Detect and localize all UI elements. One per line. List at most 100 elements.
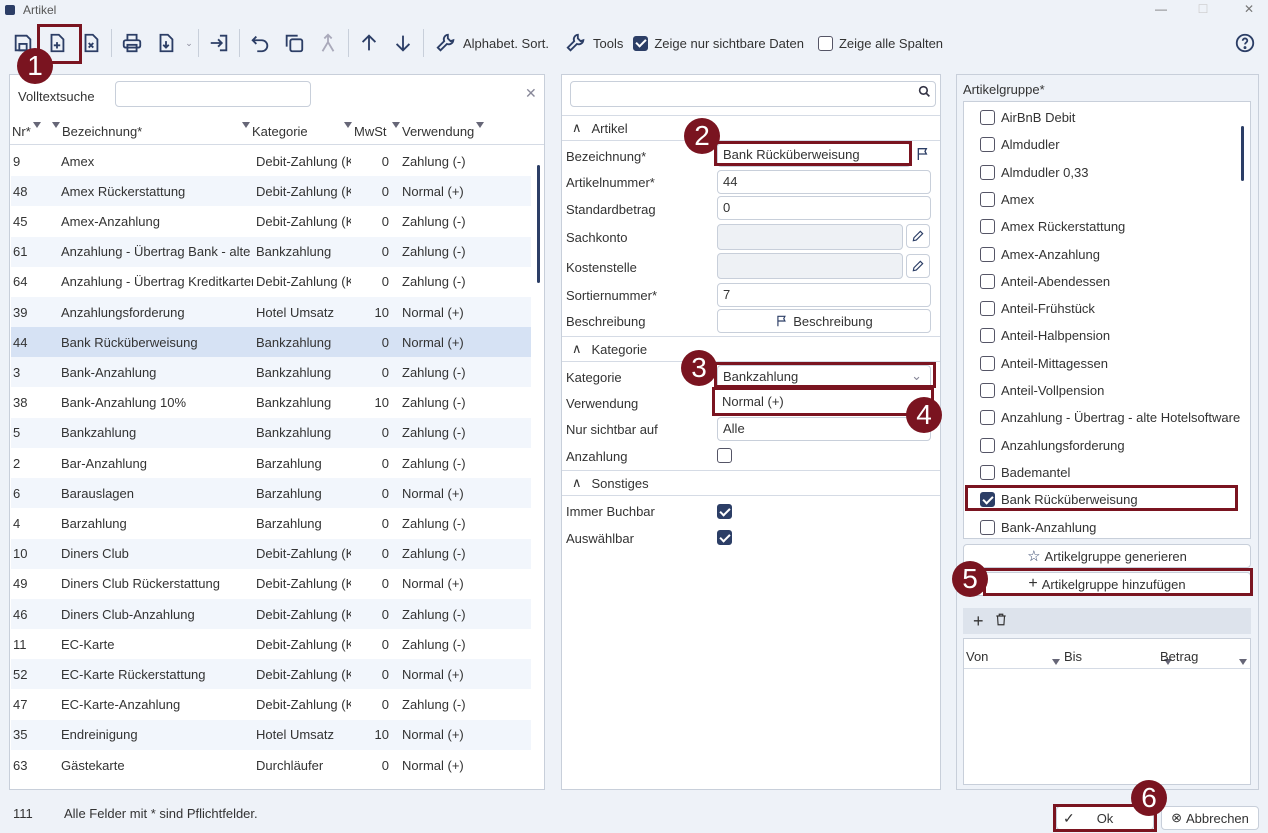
table-row[interactable]: 10 Diners Club Debit-Zahlung (K 0 Zahlung (-… — [11, 538, 531, 569]
kostenstelle-field[interactable] — [717, 253, 903, 279]
table-row[interactable]: 63 Gästekarte Durchläufer 0 Normal (+) — [11, 750, 531, 780]
search-input[interactable] — [115, 81, 311, 107]
group-checkbox[interactable] — [980, 137, 995, 153]
column-header-nr[interactable]: Nr* — [12, 119, 43, 143]
visible-only-checkbox[interactable]: Zeige nur sichtbare Daten — [633, 35, 804, 51]
filter-icon[interactable] — [476, 122, 485, 128]
section-sonstiges[interactable]: ∧ Sonstiges — [562, 470, 940, 496]
table-row[interactable]: 3 Bank-Anzahlung Bankzahlung 0 Zahlung (-) — [11, 357, 531, 388]
scrollbar-thumb[interactable] — [537, 165, 540, 283]
generate-group-button[interactable]: ☆ Artikelgruppe generieren — [963, 544, 1251, 568]
sortiernummer-field[interactable]: 7 — [717, 283, 931, 307]
nur-sichtbar-select[interactable]: Alle — [717, 417, 931, 441]
cancel-button[interactable]: ⊗ Abbrechen — [1161, 806, 1259, 830]
table-row[interactable]: 9 Amex Debit-Zahlung (K 0 Zahlung (-) — [11, 146, 531, 176]
group-checkbox[interactable] — [980, 219, 995, 235]
filter-icon[interactable] — [52, 122, 60, 128]
article-group-item[interactable]: Anteil-Halbpension — [980, 322, 1110, 349]
filter-icon[interactable] — [344, 122, 352, 128]
field-search-input[interactable] — [570, 81, 936, 107]
standardbetrag-field[interactable]: 0 — [717, 196, 931, 220]
article-group-item[interactable]: Almdudler — [980, 131, 1060, 158]
group-checkbox[interactable] — [980, 464, 995, 480]
help-button[interactable] — [1228, 26, 1262, 60]
article-group-item[interactable]: Anteil-Frühstück — [980, 295, 1095, 322]
column-header-bezeichnung[interactable]: Bezeichnung* — [50, 119, 142, 143]
article-group-item[interactable]: Anteil-Abendessen — [980, 268, 1110, 295]
group-checkbox[interactable] — [980, 301, 995, 317]
group-checkbox[interactable] — [980, 519, 995, 535]
edit-sachkonto-button[interactable] — [906, 224, 930, 248]
move-up-button[interactable] — [352, 26, 386, 60]
column-header-von[interactable]: Von — [966, 649, 988, 664]
sachkonto-field[interactable] — [717, 224, 903, 250]
group-checkbox[interactable] — [980, 355, 995, 371]
filter-icon[interactable] — [392, 122, 400, 128]
table-row[interactable]: 39 Anzahlungsforderung Hotel Umsatz 10 Norma… — [11, 297, 531, 327]
article-group-item[interactable]: Amex — [980, 186, 1034, 213]
table-row[interactable]: 2 Bar-Anzahlung Barzahlung 0 Zahlung (-) — [11, 448, 531, 478]
filter-icon[interactable] — [32, 122, 41, 128]
group-checkbox[interactable] — [980, 383, 995, 398]
article-group-item[interactable]: Almdudler 0,33 — [980, 159, 1088, 186]
add-range-icon[interactable]: + — [973, 611, 984, 632]
group-checkbox[interactable] — [980, 273, 995, 289]
immer-buchbar-checkbox[interactable] — [717, 504, 732, 519]
table-row[interactable]: 48 Amex Rückerstattung Debit-Zahlung (K 0 No… — [11, 176, 531, 207]
article-group-item[interactable]: Anzahlung - Übertrag - alte Hotelsoftwar… — [980, 404, 1240, 431]
tools-button[interactable]: Tools — [565, 32, 623, 54]
close-window-button[interactable]: ✕ — [1234, 0, 1264, 20]
table-row[interactable]: 47 EC-Karte-Anzahlung Debit-Zahlung (K 0 Zah… — [11, 690, 531, 720]
filter-icon[interactable] — [242, 122, 250, 128]
trash-icon[interactable] — [994, 612, 1008, 630]
article-group-item[interactable]: Amex Rückerstattung — [980, 213, 1125, 240]
undo-button[interactable] — [243, 26, 277, 60]
edit-kostenstelle-button[interactable] — [906, 254, 930, 278]
import-button[interactable] — [202, 26, 236, 60]
table-row[interactable]: 11 EC-Karte Debit-Zahlung (K 0 Zahlung (-) — [11, 629, 531, 659]
anzahlung-checkbox[interactable] — [717, 448, 732, 463]
group-checkbox[interactable] — [980, 410, 995, 426]
table-row[interactable]: 4 Barzahlung Barzahlung 0 Zahlung (-) — [11, 508, 531, 538]
table-row[interactable]: 64 Anzahlung - Übertrag Kreditkarten Debit… — [11, 267, 531, 297]
artikelnummer-field[interactable]: 44 — [717, 170, 931, 194]
group-checkbox[interactable] — [980, 164, 995, 180]
article-group-item[interactable]: AirBnB Debit — [980, 104, 1075, 131]
minimize-button[interactable]: — — [1146, 0, 1176, 20]
column-header-mwst[interactable]: MwSt — [342, 119, 387, 143]
scrollbar-thumb[interactable] — [1241, 126, 1244, 181]
auswaehlbar-checkbox[interactable] — [717, 530, 732, 545]
table-row[interactable]: 52 EC-Karte Rückerstattung Debit-Zahlung (… — [11, 659, 531, 690]
article-group-item[interactable]: Anzahlungsforderung — [980, 432, 1125, 459]
article-group-item[interactable]: Bank-Anzahlung — [980, 514, 1096, 539]
table-row[interactable]: 45 Amex-Anzahlung Debit-Zahlung (K 0 Zahlung… — [11, 206, 531, 236]
article-group-item[interactable]: Anteil-Vollpension — [980, 377, 1104, 404]
export-dropdown-chevron-icon[interactable]: ⌄ — [183, 26, 195, 60]
column-header-kategorie[interactable]: Kategorie — [240, 119, 308, 143]
group-checkbox[interactable] — [980, 437, 995, 453]
article-group-item[interactable]: Anteil-Mittagessen — [980, 350, 1108, 377]
column-header-verwendung[interactable]: Verwendung — [390, 119, 486, 143]
section-kategorie[interactable]: ∧ Kategorie — [562, 336, 940, 362]
table-row[interactable]: 61 Anzahlung - Übertrag Bank - alte H Bank… — [11, 236, 531, 267]
all-columns-checkbox[interactable]: Zeige alle Spalten — [817, 35, 943, 51]
translation-flag-icon[interactable] — [915, 145, 931, 166]
article-group-item[interactable]: Amex-Anzahlung — [980, 241, 1100, 268]
filter-icon[interactable] — [1052, 659, 1060, 665]
article-group-item[interactable]: Bademantel — [980, 459, 1070, 486]
table-row[interactable]: 5 Bankzahlung Bankzahlung 0 Zahlung (-) — [11, 417, 531, 448]
filter-icon[interactable] — [1239, 659, 1248, 665]
table-row[interactable]: 6 Barauslagen Barzahlung 0 Normal (+) — [11, 478, 531, 509]
column-header-bis[interactable]: Bis — [1064, 649, 1082, 664]
table-row[interactable]: 35 Endreinigung Hotel Umsatz 10 Normal (+) — [11, 719, 531, 750]
alphabet-sort-button[interactable]: Alphabet. Sort. — [435, 32, 549, 54]
merge-button[interactable] — [311, 26, 345, 60]
table-row[interactable]: 49 Diners Club Rückerstattung Debit-Zahlun… — [11, 569, 531, 599]
table-row[interactable]: 44 Bank Rücküberweisung Bankzahlung 0 Normal… — [11, 327, 531, 358]
maximize-button[interactable]: ☐ — [1188, 0, 1218, 20]
table-row[interactable]: 46 Diners Club-Anzahlung Debit-Zahlung (K 0… — [11, 599, 531, 629]
export-button[interactable] — [149, 26, 183, 60]
group-checkbox[interactable] — [980, 328, 995, 344]
group-checkbox[interactable] — [980, 110, 995, 125]
group-checkbox[interactable] — [980, 191, 995, 207]
